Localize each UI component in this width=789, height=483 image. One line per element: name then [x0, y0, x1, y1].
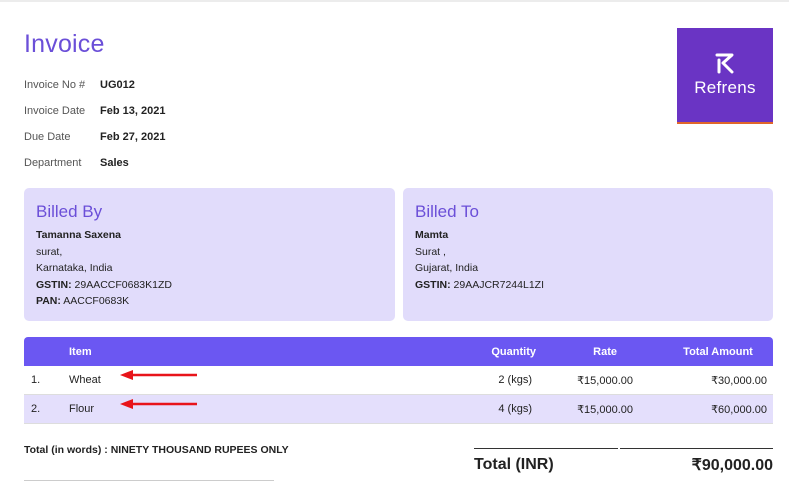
invoice-meta: Invoice No # UG012 Invoice Date Feb 13, … — [24, 72, 165, 176]
meta-row-due-date: Due Date Feb 27, 2021 — [24, 124, 165, 150]
billed-to-city: Surat , — [415, 245, 446, 258]
billed-by-gstin: GSTIN: 29AACCF0683K1ZD — [36, 277, 383, 294]
meta-label: Due Date — [24, 131, 71, 143]
red-arrow-icon — [120, 399, 197, 409]
header-amount: Total Amount — [683, 345, 753, 358]
meta-value: UG012 — [100, 79, 135, 91]
total-label: Total (INR) — [474, 455, 554, 473]
refrens-r-icon — [715, 53, 734, 74]
table-header: Item Quantity Rate Total Amount — [24, 337, 773, 366]
gstin-value: 29AACCF0683K1ZD — [74, 278, 172, 291]
total-in-words: Total (in words) : NINETY THOUSAND RUPEE… — [24, 444, 289, 456]
invoice-title: Invoice — [24, 30, 105, 58]
row-quantity: 4 (kgs) — [498, 403, 532, 415]
meta-label: Invoice No # — [24, 79, 86, 91]
total-value: ₹90,000.00 — [691, 456, 773, 474]
totals-gap — [618, 448, 620, 483]
top-border — [0, 0, 789, 2]
billed-to-name: Mamta — [415, 229, 449, 241]
table-row: 1. Wheat 2 (kgs) ₹15,000.00 ₹30,000.00 — [24, 366, 773, 395]
billed-by-state: Karnataka, India — [36, 262, 113, 274]
total-row: Total (INR) ₹90,000.00 — [474, 449, 773, 480]
row-amount: ₹30,000.00 — [711, 374, 767, 387]
gstin-label: GSTIN: — [36, 278, 72, 291]
billed-by-city: surat, — [36, 245, 63, 258]
row-item-cell: Flour — [69, 399, 412, 415]
billed-to-title: Billed To — [415, 202, 479, 221]
gstin-value: 29AAJCR7244L1ZI — [453, 278, 544, 291]
row-amount: ₹60,000.00 — [711, 403, 767, 416]
meta-row-invoice-date: Invoice Date Feb 13, 2021 — [24, 98, 165, 124]
billed-by-name: Tamanna Saxena — [36, 229, 122, 241]
meta-value: Feb 13, 2021 — [100, 105, 166, 117]
billed-by-title: Billed By — [36, 202, 103, 221]
billed-to-state: Gujarat, India — [415, 262, 479, 274]
divider — [24, 480, 274, 481]
row-quantity: 2 (kgs) — [498, 374, 532, 386]
header-quantity: Quantity — [491, 345, 536, 358]
meta-row-department: Department Sales — [24, 150, 165, 176]
totals-block: Total (INR) ₹90,000.00 — [474, 448, 773, 483]
row-rate: ₹15,000.00 — [577, 403, 633, 416]
row-item-cell: Wheat — [69, 370, 412, 386]
red-arrow-icon — [120, 370, 197, 380]
billed-by-pan: PAN: AACCF0683K — [36, 293, 383, 310]
header-item: Item — [69, 345, 92, 358]
row-rate: ₹15,000.00 — [577, 374, 633, 387]
meta-label: Department — [24, 157, 82, 169]
pan-value: AACCF0683K — [63, 295, 130, 307]
meta-value: Sales — [100, 157, 129, 169]
gstin-label: GSTIN: — [415, 278, 451, 291]
items-table: Item Quantity Rate Total Amount 1. Wheat… — [24, 337, 773, 424]
billed-to-panel: Billed To Mamta Surat , Gujarat, India G… — [403, 188, 773, 321]
table-row: 2. Flour 4 (kgs) ₹15,000.00 ₹60,000.00 — [24, 395, 773, 424]
pan-label: PAN: — [36, 295, 61, 307]
meta-row-invoice-no: Invoice No # UG012 — [24, 72, 165, 98]
header-rate: Rate — [593, 345, 617, 358]
row-num: 2. — [31, 403, 41, 415]
meta-value: Feb 27, 2021 — [100, 131, 166, 143]
billed-to-gstin: GSTIN: 29AAJCR7244L1ZI — [415, 277, 761, 294]
refrens-logo: Refrens — [677, 28, 773, 124]
row-num: 1. — [31, 374, 41, 386]
meta-label: Invoice Date — [24, 105, 86, 117]
row-item: Wheat — [69, 374, 101, 386]
billed-by-panel: Billed By Tamanna Saxena surat, Karnatak… — [24, 188, 395, 321]
logo-text: Refrens — [694, 78, 756, 97]
row-item: Flour — [69, 403, 95, 415]
